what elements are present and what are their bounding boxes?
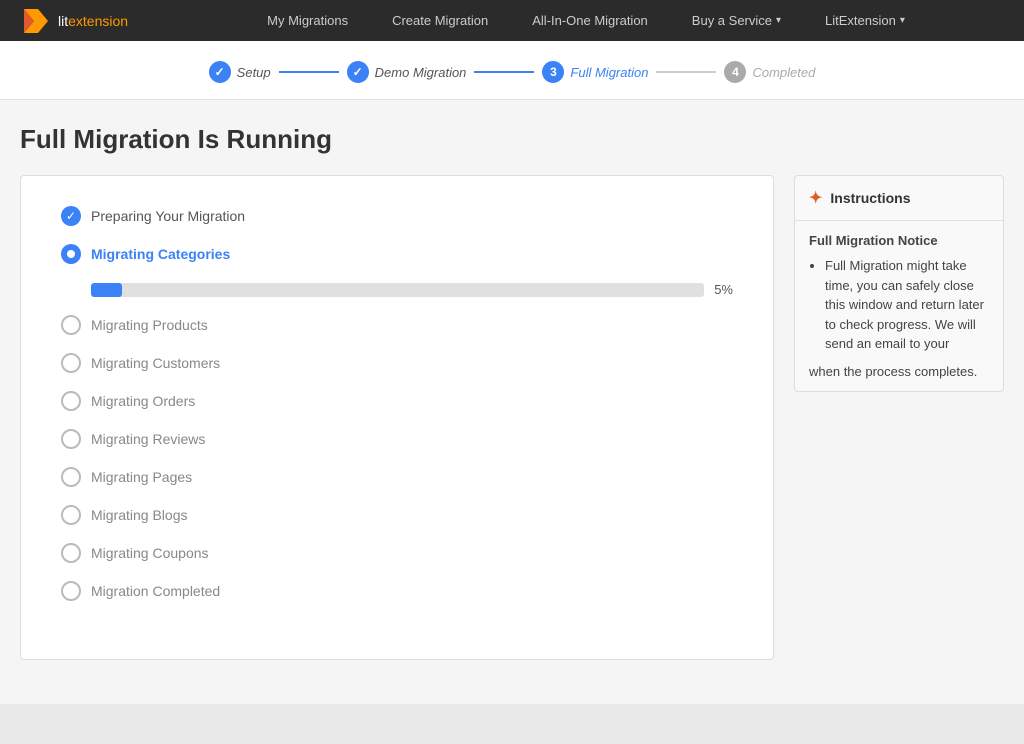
navbar: litextension My Migrations Create Migrat…: [0, 0, 1024, 41]
migration-item-reviews-label: Migrating Reviews: [91, 431, 205, 447]
instructions-body: Full Migration Notice Full Migration mig…: [795, 221, 1003, 391]
migration-item-migration-completed: Migration Completed: [61, 581, 733, 601]
logo-text: litextension: [58, 13, 128, 29]
migration-item-coupons: Migrating Coupons: [61, 543, 733, 563]
migration-item-customers: Migrating Customers: [61, 353, 733, 373]
step-completed-icon: 4: [724, 61, 746, 83]
step-demo-icon: ✓: [347, 61, 369, 83]
radio-empty-blogs: [61, 505, 81, 525]
nav-item-litextension[interactable]: LitExtension ▾: [803, 0, 927, 41]
nav-item-my-migrations[interactable]: My Migrations: [245, 0, 370, 41]
radio-empty-coupons: [61, 543, 81, 563]
migration-item-categories: Migrating Categories: [61, 244, 733, 264]
progress-label: 5%: [714, 282, 733, 297]
connector-1: [279, 71, 339, 73]
main-content: Full Migration Is Running ✓ Preparing Yo…: [0, 100, 1024, 684]
step-full-migration: 3 Full Migration: [542, 61, 648, 83]
radio-active-categories: [61, 244, 81, 264]
step-completed: 4 Completed: [724, 61, 815, 83]
migration-item-pages: Migrating Pages: [61, 467, 733, 487]
migration-item-customers-label: Migrating Customers: [91, 355, 220, 371]
page-title: Full Migration Is Running: [20, 124, 1004, 155]
migration-item-blogs: Migrating Blogs: [61, 505, 733, 525]
migration-item-orders: Migrating Orders: [61, 391, 733, 411]
notice-list-item-1: Full Migration might take time, you can …: [825, 256, 989, 354]
radio-empty-reviews: [61, 429, 81, 449]
nav-item-create-migration[interactable]: Create Migration: [370, 0, 510, 41]
instructions-icon: ✦: [809, 188, 822, 208]
radio-empty-pages: [61, 467, 81, 487]
nav-item-all-in-one-migration[interactable]: All-In-One Migration: [510, 0, 670, 41]
step-completed-label: Completed: [752, 65, 815, 80]
step-setup: ✓ Setup: [209, 61, 271, 83]
instructions-title: Instructions: [830, 190, 910, 206]
chevron-down-icon: ▾: [776, 15, 781, 26]
notice-list: Full Migration might take time, you can …: [809, 256, 989, 354]
step-full-label: Full Migration: [570, 65, 648, 80]
instructions-box: ✦ Instructions Full Migration Notice Ful…: [794, 175, 1004, 392]
progress-bar-bg: [91, 283, 704, 297]
bottom-bar: [0, 704, 1024, 744]
step-demo-migration: ✓ Demo Migration: [347, 61, 467, 83]
step-setup-label: Setup: [237, 65, 271, 80]
migration-item-migration-completed-label: Migration Completed: [91, 583, 220, 599]
migration-item-products-label: Migrating Products: [91, 317, 208, 333]
check-icon-preparing: ✓: [61, 206, 81, 226]
migration-item-coupons-label: Migrating Coupons: [91, 545, 209, 561]
connector-2: [474, 71, 534, 73]
stepper: ✓ Setup ✓ Demo Migration 3 Full Migratio…: [0, 41, 1024, 100]
notice-text-2: when the process completes.: [809, 364, 989, 379]
migration-item-preparing: ✓ Preparing Your Migration: [61, 206, 733, 226]
radio-empty-orders: [61, 391, 81, 411]
step-setup-icon: ✓: [209, 61, 231, 83]
migration-item-reviews: Migrating Reviews: [61, 429, 733, 449]
connector-3: [656, 71, 716, 73]
migration-item-orders-label: Migrating Orders: [91, 393, 195, 409]
radio-empty-customers: [61, 353, 81, 373]
logo-icon: [20, 5, 52, 37]
nav-menu: My Migrations Create Migration All-In-On…: [168, 0, 1004, 41]
progress-container: 5%: [61, 282, 733, 297]
brand-logo[interactable]: litextension: [20, 5, 128, 37]
radio-empty-products: [61, 315, 81, 335]
instructions-header: ✦ Instructions: [795, 176, 1003, 221]
progress-bar-fill: [91, 283, 122, 297]
migration-item-categories-label: Migrating Categories: [91, 246, 230, 262]
radio-empty-migration-completed: [61, 581, 81, 601]
step-full-icon: 3: [542, 61, 564, 83]
content-row: ✓ Preparing Your Migration Migrating Cat…: [20, 175, 1004, 660]
migration-box: ✓ Preparing Your Migration Migrating Cat…: [20, 175, 774, 660]
migration-item-blogs-label: Migrating Blogs: [91, 507, 188, 523]
nav-item-buy-service[interactable]: Buy a Service ▾: [670, 0, 803, 41]
chevron-down-icon: ▾: [900, 15, 905, 26]
migration-item-preparing-label: Preparing Your Migration: [91, 208, 245, 224]
step-demo-label: Demo Migration: [375, 65, 467, 80]
migration-item-pages-label: Migrating Pages: [91, 469, 192, 485]
migration-item-products: Migrating Products: [61, 315, 733, 335]
notice-title: Full Migration Notice: [809, 233, 989, 248]
